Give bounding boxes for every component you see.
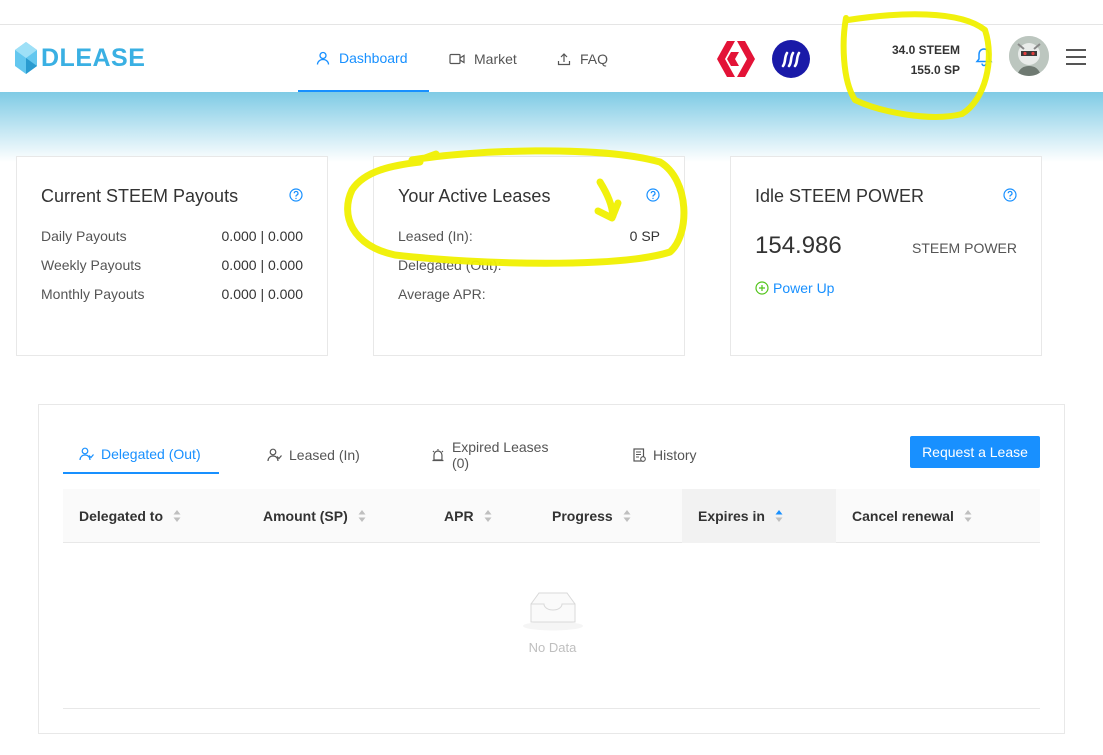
idle-sp-value: 154.986 <box>755 232 842 259</box>
help-icon[interactable] <box>289 188 303 202</box>
column-label: Expires in <box>698 508 765 524</box>
tab-label: Expired Leases (0) <box>451 439 549 471</box>
column-apr[interactable]: APR <box>444 489 492 543</box>
leases-panel: Delegated (Out) Leased (In) Expired Leas… <box>38 404 1065 734</box>
column-label: APR <box>444 508 474 524</box>
steem-icon[interactable] <box>772 40 810 78</box>
bell-icon[interactable] <box>975 47 993 67</box>
payout-value: 0.000 | 0.000 <box>221 286 303 302</box>
payout-value: 0.000 | 0.000 <box>221 228 303 244</box>
sort-icon <box>173 510 181 522</box>
lease-label: Delegated (Out): <box>398 257 502 273</box>
payouts-card-title: Current STEEM Payouts <box>41 186 239 206</box>
hive-icon[interactable] <box>715 40 755 78</box>
plus-circle-icon <box>755 281 769 295</box>
payout-value: 0.000 | 0.000 <box>221 257 303 273</box>
logo[interactable]: DLEASE <box>14 41 145 75</box>
lease-row-average-apr: Average APR: <box>398 286 660 302</box>
request-lease-button[interactable]: Request a Lease <box>910 436 1040 468</box>
tab-leased-in[interactable]: Leased (In) <box>219 436 369 474</box>
steem-balance: 34.0 STEEM <box>891 43 960 57</box>
nav-faq[interactable]: FAQ <box>557 26 639 92</box>
payout-label: Monthly Payouts <box>41 286 145 302</box>
main-nav: Dashboard Market FAQ <box>298 26 639 92</box>
logo-text: DLEASE <box>41 43 146 72</box>
sort-icon <box>964 510 972 522</box>
video-icon <box>449 53 465 65</box>
lease-icon <box>267 448 282 462</box>
column-cancel-renewal[interactable]: Cancel renewal <box>852 489 972 543</box>
header: DLEASE Dashboard Market FAQ 34.0 STEEM 1… <box>0 26 1103 92</box>
column-label: Amount (SP) <box>263 508 348 524</box>
active-leases-card-title: Your Active Leases <box>398 186 551 206</box>
column-label: Delegated to <box>79 508 164 524</box>
tab-history[interactable]: History <box>569 436 699 474</box>
help-icon[interactable] <box>1003 188 1017 202</box>
help-icon[interactable] <box>646 188 660 202</box>
power-up-label: Power Up <box>773 280 835 296</box>
active-leases-card: Your Active Leases Leased (In): 0 SP Del… <box>373 156 685 356</box>
lease-row-delegated-out: Delegated (Out): <box>398 257 660 273</box>
tab-label: Delegated (Out) <box>101 446 201 462</box>
idle-card-title: Idle STEEM POWER <box>755 186 925 206</box>
column-label: Cancel renewal <box>852 508 954 524</box>
sort-icon <box>484 510 492 522</box>
idle-steem-power-card: Idle STEEM POWER 154.986 STEEM POWER Pow… <box>730 156 1042 356</box>
lease-row-leased-in: Leased (In): 0 SP <box>398 228 660 244</box>
table-header: Delegated to Amount (SP) APR Progress Ex… <box>63 489 1040 543</box>
leases-tabs: Delegated (Out) Leased (In) Expired Leas… <box>63 436 699 474</box>
column-delegated-to[interactable]: Delegated to <box>79 489 181 543</box>
hamburger-menu-icon[interactable] <box>1066 48 1086 66</box>
payout-row-daily: Daily Payouts 0.000 | 0.000 <box>41 228 303 244</box>
delegate-icon <box>79 447 94 461</box>
tab-label: Leased (In) <box>289 447 360 463</box>
nav-faq-label: FAQ <box>580 51 609 67</box>
upload-icon <box>557 53 571 66</box>
payout-label: Daily Payouts <box>41 228 127 244</box>
history-icon <box>633 448 646 462</box>
wallet-balances: 34.0 STEEM 155.0 SP <box>860 40 960 80</box>
column-label: Progress <box>552 508 613 524</box>
column-amount[interactable]: Amount (SP) <box>263 489 366 543</box>
payout-row-monthly: Monthly Payouts 0.000 | 0.000 <box>41 286 303 302</box>
alarm-icon <box>432 449 444 462</box>
column-expires-in[interactable]: Expires in <box>682 489 836 543</box>
power-up-link[interactable]: Power Up <box>755 280 834 296</box>
column-progress[interactable]: Progress <box>552 489 631 543</box>
lease-label: Average APR: <box>398 286 486 302</box>
nav-market-label: Market <box>474 51 517 67</box>
sort-ascending-icon <box>775 510 783 522</box>
lease-label: Leased (In): <box>398 228 473 244</box>
nav-dashboard-label: Dashboard <box>339 50 408 66</box>
idle-sp-unit: STEEM POWER <box>911 240 1017 256</box>
nav-market[interactable]: Market <box>429 26 557 92</box>
avatar[interactable] <box>1009 36 1049 76</box>
tab-expired-leases[interactable]: Expired Leases (0) <box>369 436 569 474</box>
empty-inbox-icon <box>522 592 583 631</box>
dlease-logo-icon <box>15 42 37 74</box>
lease-value: 0 SP <box>629 228 660 244</box>
sort-icon <box>623 510 631 522</box>
tab-label: History <box>653 447 697 463</box>
user-icon <box>316 51 330 65</box>
hero-banner <box>0 92 1103 162</box>
sort-icon <box>358 510 366 522</box>
empty-text: No Data <box>528 640 577 655</box>
payouts-card: Current STEEM Payouts Daily Payouts 0.00… <box>16 156 328 356</box>
payout-label: Weekly Payouts <box>41 257 142 273</box>
table-bottom-divider <box>63 708 1040 709</box>
tab-delegated-out[interactable]: Delegated (Out) <box>63 436 219 474</box>
empty-state: No Data <box>39 590 1066 655</box>
nav-dashboard[interactable]: Dashboard <box>298 26 429 92</box>
top-strip <box>0 0 1103 25</box>
sp-balance: 155.0 SP <box>910 63 960 77</box>
payout-row-weekly: Weekly Payouts 0.000 | 0.000 <box>41 257 303 273</box>
